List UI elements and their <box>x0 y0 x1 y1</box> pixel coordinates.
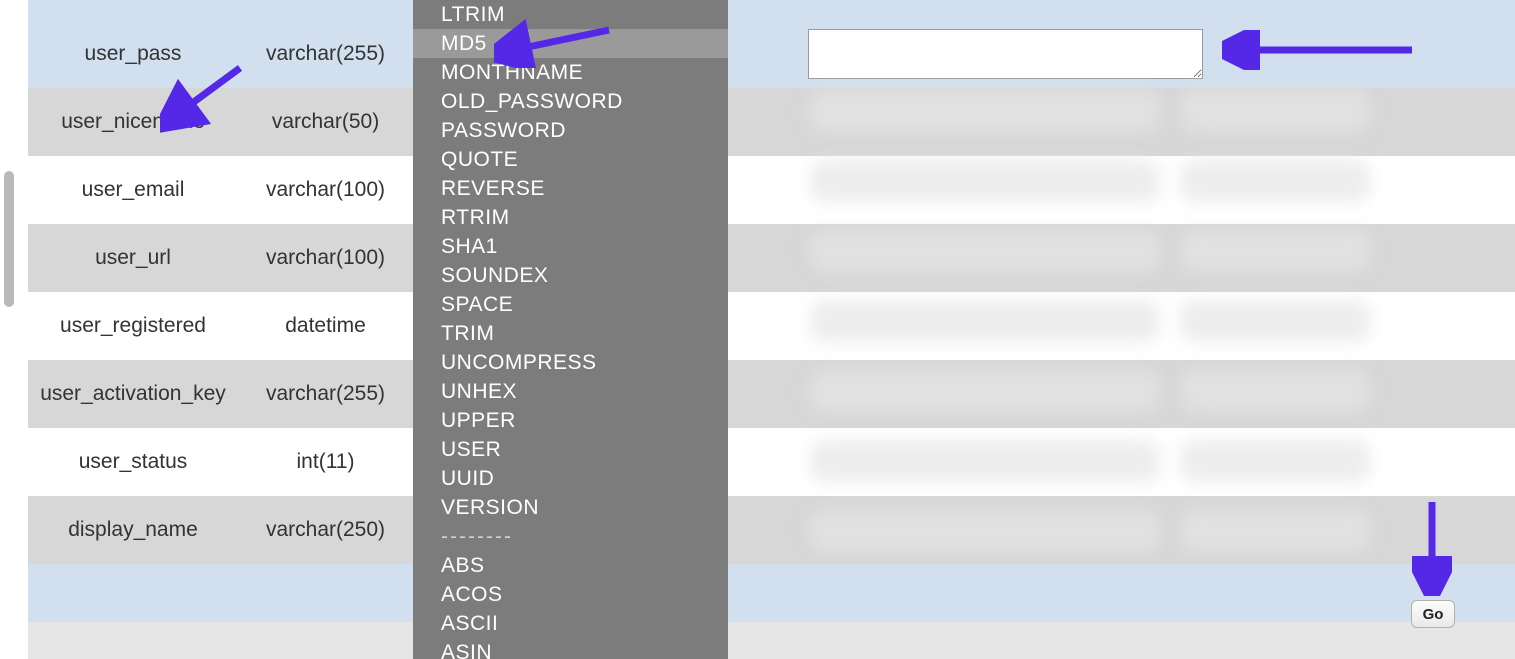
column-type-cell: varchar(50) <box>238 110 413 134</box>
table-row: user_email varchar(100) <box>28 156 1515 224</box>
table-row: user_activation_key varchar(255) <box>28 360 1515 428</box>
column-type-cell: varchar(250) <box>238 518 413 542</box>
dropdown-option[interactable]: UPPER <box>413 406 728 435</box>
dropdown-option[interactable]: UNCOMPRESS <box>413 348 728 377</box>
column-type-cell: varchar(255) <box>238 42 413 66</box>
dropdown-option[interactable]: SOUNDEX <box>413 261 728 290</box>
table-row: user_url varchar(100) <box>28 224 1515 292</box>
dropdown-option[interactable]: UNHEX <box>413 377 728 406</box>
dropdown-option[interactable]: MD5 <box>413 29 728 58</box>
column-type-cell: datetime <box>238 314 413 338</box>
table-row: user_status int(11) <box>28 428 1515 496</box>
dropdown-separator: -------- <box>413 522 728 551</box>
table-row: user_registered datetime <box>28 292 1515 360</box>
dropdown-option[interactable]: PASSWORD <box>413 116 728 145</box>
column-name-cell: user_pass <box>28 42 238 66</box>
function-select-dropdown[interactable]: LTRIMMD5MONTHNAMEOLD_PASSWORDPASSWORDQUO… <box>413 0 728 659</box>
dropdown-option[interactable]: OLD_PASSWORD <box>413 87 728 116</box>
column-name-cell: user_activation_key <box>28 382 238 406</box>
vertical-scrollbar-thumb[interactable] <box>4 171 14 307</box>
column-name-cell: user_registered <box>28 314 238 338</box>
dropdown-option[interactable]: ASCII <box>413 609 728 638</box>
column-type-cell: varchar(100) <box>238 246 413 270</box>
dropdown-option[interactable]: SHA1 <box>413 232 728 261</box>
dropdown-option[interactable]: VERSION <box>413 493 728 522</box>
column-name-cell: user_url <box>28 246 238 270</box>
column-type-cell: int(11) <box>238 450 413 474</box>
table-row <box>28 0 1515 20</box>
column-type-cell: varchar(255) <box>238 382 413 406</box>
dropdown-option[interactable]: SPACE <box>413 290 728 319</box>
go-button[interactable]: Go <box>1411 600 1455 628</box>
dropdown-option[interactable]: ASIN <box>413 638 728 659</box>
dropdown-option[interactable]: ACOS <box>413 580 728 609</box>
dropdown-option[interactable]: UUID <box>413 464 728 493</box>
dropdown-option[interactable]: ABS <box>413 551 728 580</box>
value-input-user-pass[interactable] <box>808 29 1203 79</box>
footer-row <box>28 564 1515 622</box>
table-row: user_nicename varchar(50) <box>28 88 1515 156</box>
dropdown-option[interactable]: RTRIM <box>413 203 728 232</box>
dropdown-option[interactable]: QUOTE <box>413 145 728 174</box>
column-name-cell: user_nicename <box>28 110 238 134</box>
footer-stripe <box>28 622 1515 659</box>
column-name-cell: display_name <box>28 518 238 542</box>
column-name-cell: user_status <box>28 450 238 474</box>
dropdown-option[interactable]: LTRIM <box>413 0 728 29</box>
column-name-cell: user_email <box>28 178 238 202</box>
column-type-cell: varchar(100) <box>238 178 413 202</box>
dropdown-option[interactable]: MONTHNAME <box>413 58 728 87</box>
table-row: display_name varchar(250) <box>28 496 1515 564</box>
fields-table: user_pass varchar(255) user_nicename var… <box>28 0 1515 659</box>
dropdown-option[interactable]: REVERSE <box>413 174 728 203</box>
dropdown-option[interactable]: USER <box>413 435 728 464</box>
table-row: user_pass varchar(255) <box>28 20 1515 88</box>
dropdown-option[interactable]: TRIM <box>413 319 728 348</box>
